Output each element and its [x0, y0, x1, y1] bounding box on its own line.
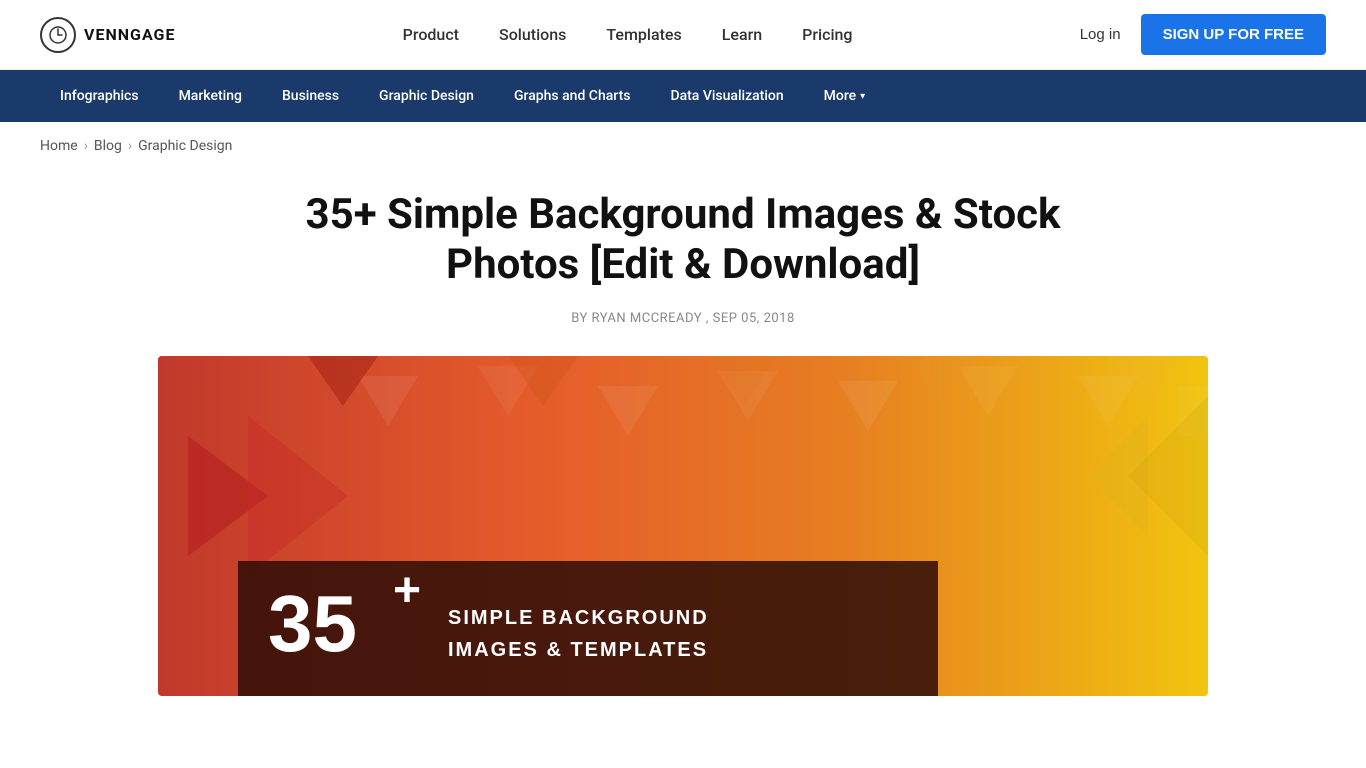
- article-date: SEP 05, 2018: [713, 311, 795, 326]
- svg-text:+: +: [393, 564, 421, 617]
- nav-templates[interactable]: Templates: [606, 25, 681, 44]
- more-label: More: [824, 88, 857, 104]
- logo-text: VENNGAGE: [84, 25, 175, 44]
- sec-nav-more[interactable]: More ▾: [804, 70, 886, 122]
- main-nav-links: Product Solutions Templates Learn Pricin…: [403, 25, 853, 44]
- breadcrumb-home[interactable]: Home: [40, 138, 78, 154]
- sec-nav-data-viz[interactable]: Data Visualization: [650, 70, 803, 122]
- sec-nav-infographics[interactable]: Infographics: [40, 70, 159, 122]
- logo-link[interactable]: VENNGAGE: [40, 17, 175, 53]
- breadcrumb-sep-1: ›: [84, 138, 88, 154]
- sec-nav-business[interactable]: Business: [262, 70, 359, 122]
- logo-icon: [40, 17, 76, 53]
- breadcrumb-blog[interactable]: Blog: [94, 138, 122, 154]
- sec-nav-graphic-design[interactable]: Graphic Design: [359, 70, 494, 122]
- sec-nav-graphs-charts[interactable]: Graphs and Charts: [494, 70, 650, 122]
- secondary-navigation: Infographics Marketing Business Graphic …: [0, 70, 1366, 122]
- svg-text:IMAGES & TEMPLATES: IMAGES & TEMPLATES: [448, 639, 708, 661]
- hero-bg-decoration: 35 + SIMPLE BACKGROUND IMAGES & TEMPLATE…: [158, 356, 1208, 696]
- nav-solutions[interactable]: Solutions: [499, 25, 566, 44]
- hero-image: 35 + SIMPLE BACKGROUND IMAGES & TEMPLATE…: [158, 356, 1208, 696]
- article-meta: BY RYAN MCCREADY , SEP 05, 2018: [40, 311, 1326, 326]
- nav-pricing[interactable]: Pricing: [802, 25, 852, 44]
- chevron-down-icon: ▾: [860, 91, 865, 102]
- login-button[interactable]: Log in: [1080, 26, 1121, 43]
- meta-comma: ,: [706, 311, 709, 326]
- svg-text:35: 35: [268, 579, 357, 668]
- svg-text:SIMPLE BACKGROUND: SIMPLE BACKGROUND: [448, 607, 709, 629]
- breadcrumb-current: Graphic Design: [138, 138, 232, 154]
- meta-by: BY: [571, 311, 588, 326]
- main-content: 35+ Simple Background Images & Stock Pho…: [0, 170, 1366, 736]
- author-name: RYAN MCCREADY: [591, 311, 702, 326]
- article-title: 35+ Simple Background Images & Stock Pho…: [303, 190, 1063, 291]
- breadcrumb: Home › Blog › Graphic Design: [0, 122, 1366, 170]
- sec-nav-marketing[interactable]: Marketing: [159, 70, 262, 122]
- nav-right-area: Log in SIGN UP FOR FREE: [1080, 14, 1326, 55]
- top-navigation: VENNGAGE Product Solutions Templates Lea…: [0, 0, 1366, 70]
- nav-learn[interactable]: Learn: [722, 25, 762, 44]
- breadcrumb-sep-2: ›: [128, 138, 132, 154]
- nav-product[interactable]: Product: [403, 25, 459, 44]
- signup-button[interactable]: SIGN UP FOR FREE: [1141, 14, 1326, 55]
